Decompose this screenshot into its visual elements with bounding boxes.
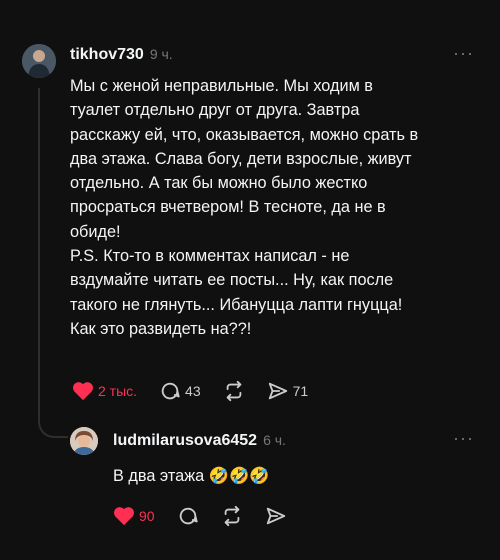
post-username[interactable]: tikhov730 (70, 46, 144, 63)
send-icon (266, 507, 285, 525)
post-time: 9 ч. (149, 46, 173, 62)
repost-icon (226, 380, 241, 402)
reply-header: ludmilarusova6452 6 ч. (113, 432, 286, 450)
reply-time: 6 ч. (263, 432, 286, 448)
post-line: обиде! (70, 222, 121, 241)
post-actions: 2 тыс. 43 71 (72, 380, 330, 402)
repost-button[interactable] (223, 380, 245, 402)
more-options-icon[interactable]: ··· (453, 43, 474, 64)
like-button[interactable]: 2 тыс. (72, 381, 137, 401)
share-count: 71 (292, 383, 309, 399)
reply-like-button[interactable]: 90 (113, 506, 155, 526)
comment-icon (179, 507, 198, 525)
post-line: два этажа. Слава богу, дети взрослые, жи… (70, 149, 412, 168)
post-line: отдельно. А так бы можно было жестко (70, 174, 368, 193)
avatar[interactable] (22, 44, 56, 78)
reply-share-button[interactable] (265, 505, 287, 527)
reply-avatar[interactable] (70, 427, 98, 455)
share-button[interactable]: 71 (267, 380, 309, 402)
post-line: такого не глянуть... Ибануцца лапти гнуц… (70, 295, 403, 314)
thread-line (38, 88, 40, 418)
reply-actions: 90 (113, 505, 309, 527)
reply-comment-button[interactable] (177, 505, 199, 527)
post-line: Как это развидеть на??! (70, 319, 252, 338)
comment-button[interactable]: 43 (159, 380, 201, 402)
reply-text: В два этажа 🤣🤣🤣 (113, 466, 270, 486)
post-line: расскажу ей, что, оказывается, можно сра… (70, 125, 419, 144)
like-count: 2 тыс. (98, 383, 138, 399)
comment-count: 43 (185, 383, 201, 399)
heart-icon (114, 507, 134, 526)
reply-like-count: 90 (139, 508, 155, 524)
post-line: Мы с женой неправильные. Мы ходим в (70, 77, 373, 95)
reply-repost-button[interactable] (221, 505, 243, 527)
thread-card: tikhov730 9 ч. ··· Мы с женой неправильны… (0, 0, 500, 560)
reply-username[interactable]: ludmilarusova6452 (113, 432, 257, 449)
post-line: туалет отдельно друг от друга. Завтра (70, 101, 360, 120)
laughing-emoji-icon: 🤣🤣🤣 (208, 467, 270, 485)
comment-icon (161, 382, 180, 400)
reply-more-options-icon[interactable]: ··· (453, 428, 474, 449)
post-line: просраться вчетвером! В тесноте, да не в (70, 198, 386, 217)
post-line: P.S. Кто-то в комментах написал - не (70, 247, 350, 266)
post-header: tikhov730 9 ч. (70, 46, 173, 64)
send-icon (268, 382, 287, 400)
post-text: Мы с женой неправильные. Мы ходим в туал… (70, 74, 490, 341)
reply-body: В два этажа (113, 467, 205, 485)
thread-connector (38, 406, 68, 438)
repost-icon (224, 505, 239, 527)
post-line: вздумайте читать ее посты... Ну, как пос… (70, 271, 394, 290)
heart-icon (73, 382, 93, 401)
